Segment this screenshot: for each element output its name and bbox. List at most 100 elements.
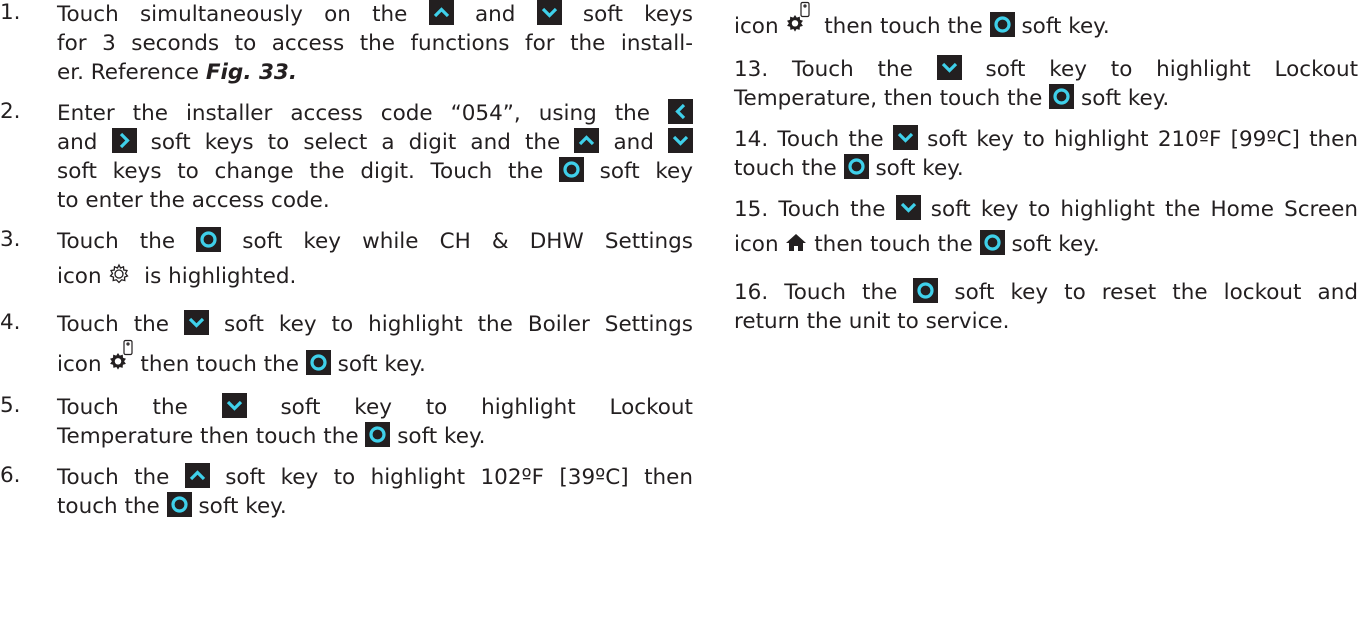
text-segment: Temperature, then touch the — [734, 86, 1050, 111]
up-arrow-key-icon — [574, 128, 600, 153]
text-segment: soft key. — [390, 424, 486, 449]
down-arrow-key-icon — [183, 310, 209, 335]
step-number: 1. — [0, 0, 21, 25]
step-text-line: 16. Touch the soft key to reset the lock… — [734, 278, 1358, 307]
down-arrow-key-icon — [536, 0, 562, 25]
text-segment: soft key. — [1014, 14, 1110, 39]
step-number: 2. — [0, 99, 21, 124]
step-number: 6. — [0, 463, 21, 488]
step-number: 5. — [0, 393, 21, 418]
step-text-line: Touch the soft key to highlight 102ºF [3… — [57, 463, 693, 492]
text-segment: icon — [57, 352, 109, 377]
text-segment: and — [57, 130, 112, 155]
step-text-line: for 3 seconds to access the functions fo… — [57, 29, 693, 58]
step-text-line: 13. Touch the soft key to highlight Lock… — [734, 55, 1358, 84]
step-item: 12. Touch the soft key to highlight the … — [734, 0, 1358, 43]
step-item: 15. Touch the soft key to highlight the … — [734, 195, 1358, 266]
text-segment: is highlighted. — [130, 264, 297, 289]
step-item: 4. Touch the soft key to highlight the Bo… — [0, 310, 693, 381]
step-item: 2. Enter the installer access code “054”,… — [0, 99, 693, 215]
step-number: 4. — [0, 310, 21, 335]
step-text-line: soft keys to change the digit. Touch the… — [57, 157, 693, 186]
down-arrow-key-icon — [221, 393, 247, 418]
step-text-line: icon then touch the soft key. — [57, 339, 693, 381]
right-arrow-key-icon — [111, 128, 137, 153]
text-segment: Touch simultaneously on the — [57, 2, 429, 27]
enter-key-icon — [1049, 84, 1075, 109]
step-item: 1. Touch simultaneously on the and soft k… — [0, 0, 693, 87]
text-segment: soft key. — [191, 494, 287, 519]
right-column: 12. Touch the soft key to highlight the … — [734, 0, 1358, 348]
left-column: 1. Touch simultaneously on the and soft k… — [0, 0, 693, 533]
text-segment: Touch the — [57, 229, 197, 254]
text-segment: Touch the — [57, 465, 185, 490]
step-text-line: Touch the soft key to highlight Lockout — [57, 393, 693, 422]
step-text-line: and soft keys to select a digit and the … — [57, 128, 693, 157]
step-text-line: Enter the installer access code “054”, u… — [57, 99, 693, 128]
enter-key-icon — [913, 278, 939, 303]
step-text-line: er. Reference Fig. 33. — [57, 58, 693, 87]
text-segment: Touch the — [57, 395, 222, 420]
text-segment: soft keys — [561, 2, 694, 27]
step-item: 13. Touch the soft key to highlight Lock… — [734, 55, 1358, 113]
text-segment: soft key to highlight 102ºF [39ºC] then — [209, 465, 694, 490]
down-arrow-key-icon — [892, 125, 918, 150]
text-segment: touch the — [734, 156, 844, 181]
text-segment: 15. Touch the — [734, 197, 896, 222]
text-segment: soft key to highlight Lockout — [246, 395, 693, 420]
text-segment: touch the — [57, 494, 167, 519]
text-segment: icon — [57, 264, 109, 289]
step-text-line: Touch the soft key while CH & DHW Settin… — [57, 227, 693, 256]
text-segment: soft key. — [1004, 232, 1100, 257]
step-text-line: return the unit to service. — [734, 307, 1358, 336]
step-text-line: Temperature, then touch the soft key. — [734, 84, 1358, 113]
step-number: 3. — [0, 227, 21, 252]
text-segment: soft key to highlight the Home Screen — [920, 197, 1358, 222]
step-item: 6. Touch the soft key to highlight 102ºF … — [0, 463, 693, 521]
down-arrow-key-icon — [668, 128, 693, 153]
figure-reference: Fig. 33. — [205, 60, 298, 85]
text-segment: Temperature then touch the — [57, 424, 366, 449]
text-segment: soft key to highlight 210ºF [99ºC] then — [917, 127, 1358, 152]
enter-key-icon — [365, 422, 391, 447]
text-segment: Enter the installer access code “054”, u… — [57, 101, 668, 126]
text-segment: soft key while CH & DHW Settings — [221, 229, 693, 254]
text-segment: then touch the — [140, 352, 306, 377]
step-text-line: 14. Touch the soft key to highlight 210º… — [734, 125, 1358, 154]
down-arrow-key-icon — [895, 195, 921, 220]
text-segment: soft keys to select a digit and the — [136, 130, 575, 155]
text-segment: 13. Touch the — [734, 57, 937, 82]
step-text-line: to enter the access code. — [57, 186, 693, 215]
text-segment: return the unit to service. — [734, 309, 1010, 334]
enter-key-icon — [843, 154, 869, 179]
enter-key-icon — [979, 230, 1005, 255]
text-segment: soft key — [583, 159, 693, 184]
text-segment: er. Reference — [57, 60, 206, 85]
text-segment: and — [453, 2, 537, 27]
step-text-line: Touch the soft key to highlight the Boil… — [57, 310, 693, 339]
home-screen-icon — [785, 232, 807, 257]
boiler-settings-icon — [785, 1, 817, 39]
step-text-line: touch the soft key. — [734, 154, 1358, 183]
enter-key-icon — [166, 492, 192, 517]
step-text-line: 15. Touch the soft key to highlight the … — [734, 195, 1358, 224]
text-segment: soft key to reset the lockout and — [938, 280, 1358, 305]
step-text-line: icon is highlighted. — [57, 256, 693, 298]
enter-key-icon — [989, 12, 1015, 37]
enter-key-icon — [196, 227, 222, 252]
text-segment: then touch the — [817, 14, 990, 39]
enter-key-icon — [305, 350, 331, 375]
step-text-line: icon then touch the soft key. — [734, 224, 1358, 266]
step-text-line: touch the soft key. — [57, 492, 693, 521]
text-segment: soft keys to change the digit. Touch the — [57, 159, 559, 184]
step-item: 14. Touch the soft key to highlight 210º… — [734, 125, 1358, 183]
text-segment: soft key. — [330, 352, 426, 377]
text-segment: for 3 seconds to access the functions fo… — [57, 31, 693, 56]
text-segment: soft key to highlight Lockout — [961, 57, 1358, 82]
down-arrow-key-icon — [936, 55, 962, 80]
step-item: 5. Touch the soft key to highlight Lockou… — [0, 393, 693, 451]
text-segment: 16. Touch the — [734, 280, 914, 305]
text-segment: soft key to highlight the Boiler Setting… — [208, 312, 693, 337]
text-segment: to enter the access code. — [57, 188, 330, 213]
text-segment: Touch the — [57, 312, 184, 337]
